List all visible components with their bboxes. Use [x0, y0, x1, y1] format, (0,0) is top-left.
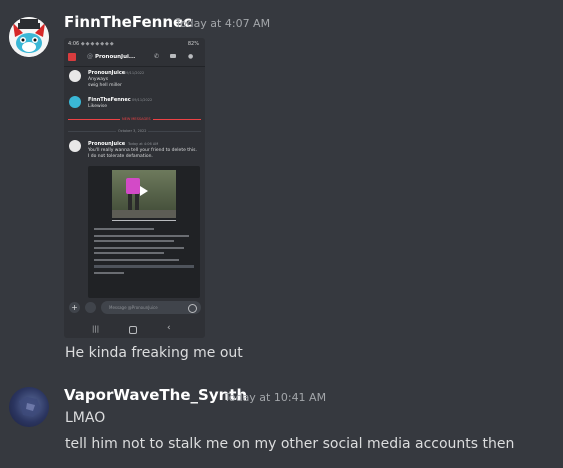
video-comment-lines — [94, 228, 194, 274]
status-time: 4:06 — [68, 41, 80, 47]
members-icon: ● — [188, 53, 194, 60]
phone-message-input[interactable]: Message @PronounJuice — [101, 301, 201, 314]
phone-post-line: Anyways — [88, 77, 109, 82]
timestamp: Today at 4:07 AM — [175, 17, 271, 30]
play-icon[interactable] — [140, 186, 148, 196]
phone-input-placeholder: Message @PronounJuice — [109, 305, 158, 310]
message-text: tell him not to stalk me on my other soc… — [65, 436, 515, 452]
phone-post-author: PronounJuice — [88, 141, 126, 147]
message-vaporwave: VaporWaveThe_Synth Today at 10:41 AM LMA… — [0, 370, 563, 468]
phone-post-line: swig hell miller — [88, 83, 122, 88]
phone-status-bar: 4:06 ◆◆◆◆◆◆◆ 82% — [68, 41, 199, 47]
avatar[interactable] — [9, 387, 49, 427]
add-attachment-icon[interactable]: + — [69, 302, 80, 313]
new-messages-label: NEW MESSAGES — [120, 117, 153, 121]
phone-post-line: You'll really wanna tell your friend to … — [88, 148, 197, 153]
gift-icon[interactable] — [85, 302, 96, 313]
phone-post-author: PronounJuice — [88, 70, 126, 76]
home-icon — [129, 326, 137, 334]
username[interactable]: VaporWaveThe_Synth — [64, 386, 247, 404]
back-icon — [68, 53, 76, 61]
synth-avatar-icon — [19, 397, 41, 417]
phone-post-time: Today at 4:06 AM — [128, 142, 159, 146]
date-divider-label: October 3, 2022 — [116, 129, 149, 133]
video-icon — [170, 54, 176, 58]
message-finn: FinnTheFennec Today at 4:07 AM 4:06 ◆◆◆◆… — [0, 0, 563, 370]
message-text: He kinda freaking me out — [65, 345, 243, 361]
avatar — [69, 140, 81, 152]
timestamp: Today at 10:41 AM — [224, 391, 327, 404]
image-attachment[interactable]: 4:06 ◆◆◆◆◆◆◆ 82% @ PronounJui... ✆ ● Pro… — [64, 38, 205, 338]
phone-post-line: Likewise — [88, 104, 108, 109]
fennec-avatar-icon — [9, 17, 49, 57]
phone-post-line: I do not tolerate defamation. — [88, 154, 153, 159]
video-embed — [88, 166, 200, 298]
back-nav-icon: ‹ — [167, 323, 171, 333]
android-nav-bar: ||| ‹ — [64, 321, 205, 338]
avatar — [69, 70, 81, 82]
call-icon: ✆ — [154, 53, 160, 60]
emoji-icon[interactable] — [188, 304, 197, 313]
message-text: LMAO — [65, 410, 106, 426]
phone-post-author: FinnTheFennec — [88, 97, 131, 103]
video-progress-bar[interactable] — [112, 220, 176, 221]
recent-apps-icon: ||| — [92, 325, 100, 333]
avatar — [69, 96, 81, 108]
phone-post-time: 09/11/2022 — [132, 98, 153, 102]
phone-channel-name: PronounJui... — [95, 54, 136, 60]
avatar[interactable] — [9, 17, 49, 57]
username[interactable]: FinnTheFennec — [64, 13, 192, 31]
phone-post-time: 09/11/2022 — [124, 71, 145, 75]
phone-channel-header: @ PronounJui... ✆ ● — [64, 50, 205, 67]
at-icon: @ — [87, 53, 93, 60]
battery-level: 82% — [187, 41, 199, 47]
